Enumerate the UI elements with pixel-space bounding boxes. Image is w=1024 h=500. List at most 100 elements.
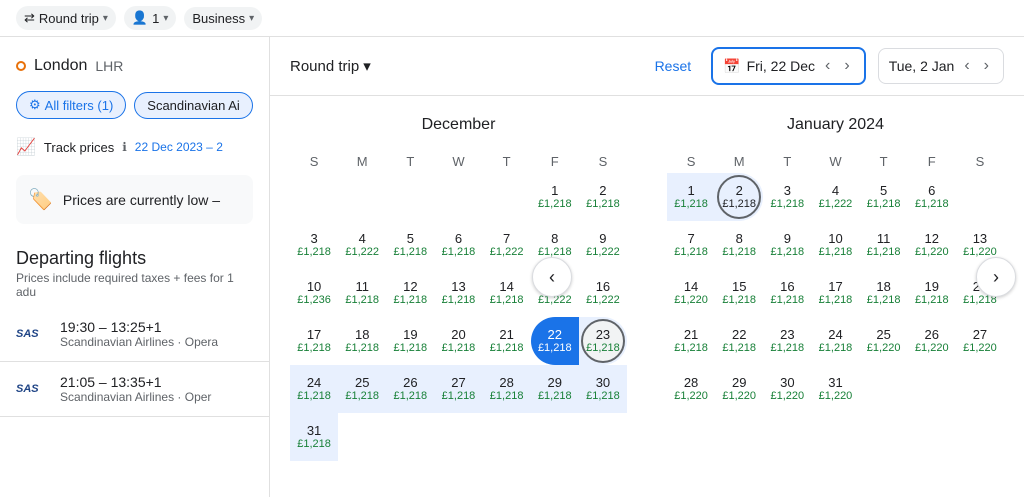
trip-type-selector[interactable]: ⇄ Round trip ▾ [16, 6, 116, 30]
flight-airline-name: Scandinavian Airlines · Opera [60, 335, 253, 349]
calendar-day-cell[interactable]: 26 £1,218 [386, 365, 434, 413]
calendar-day-cell[interactable]: 3 £1,218 [763, 173, 811, 221]
calendar-day-cell[interactable]: 8 £1,218 [715, 221, 763, 269]
calendar-day-cell[interactable]: 9 £1,218 [763, 221, 811, 269]
calendar-day-cell[interactable]: 20 £1,218 [434, 317, 482, 365]
calendar-day-cell[interactable]: 1 £1,218 [531, 173, 579, 221]
calendar-day-cell[interactable]: 5 £1,218 [386, 221, 434, 269]
origin-search[interactable]: London LHR [0, 49, 269, 83]
class-selector[interactable]: Business ▾ [184, 7, 262, 30]
return-prev-button[interactable]: ‹ [960, 55, 973, 77]
calendar-day-cell[interactable]: 17 £1,218 [290, 317, 338, 365]
calendar-day-cell[interactable]: 3 £1,218 [290, 221, 338, 269]
calendar-day-cell[interactable]: 7 £1,222 [483, 221, 531, 269]
calendar-day-cell[interactable]: 18 £1,218 [860, 269, 908, 317]
day-price: £1,218 [915, 294, 949, 307]
calendar-day-cell[interactable]: 6 £1,218 [908, 173, 956, 221]
airline-filter-chip[interactable]: Scandinavian Ai [134, 92, 253, 119]
depart-next-button[interactable]: › [840, 55, 853, 77]
calendar-day-cell[interactable]: 13 £1,218 [434, 269, 482, 317]
calendar-day-cell[interactable]: 10 £1,218 [811, 221, 859, 269]
calendar-day-cell[interactable]: 1 £1,218 [667, 173, 715, 221]
calendar-day-cell[interactable]: 18 £1,218 [338, 317, 386, 365]
passenger-selector[interactable]: 👤 1 ▾ [124, 6, 176, 30]
day-number: 2 [736, 183, 743, 199]
day-price: £1,222 [345, 246, 379, 259]
calendar-day-cell[interactable]: 11 £1,218 [860, 221, 908, 269]
calendar-day-cell[interactable]: 14 £1,218 [483, 269, 531, 317]
all-filters-button[interactable]: ⚙ All filters (1) [16, 91, 126, 119]
calendar-day-cell[interactable]: 21 £1,218 [483, 317, 531, 365]
calendar-day-cell[interactable]: 23 £1,218 [579, 317, 627, 365]
reset-button[interactable]: Reset [647, 54, 700, 78]
calendar-day-cell[interactable]: 9 £1,222 [579, 221, 627, 269]
calendar-day-cell[interactable]: 17 £1,218 [811, 269, 859, 317]
calendar-day-cell[interactable]: 24 £1,218 [290, 365, 338, 413]
calendar-day-cell[interactable]: 6 £1,218 [434, 221, 482, 269]
calendar-day-cell[interactable]: 28 £1,220 [667, 365, 715, 413]
calendar-next-button[interactable]: › [976, 257, 1016, 297]
calendar-day-cell[interactable]: 12 £1,218 [386, 269, 434, 317]
calendar-day-cell[interactable]: 25 £1,218 [338, 365, 386, 413]
calendar-day-cell[interactable]: 22 £1,218 [715, 317, 763, 365]
calendar-day-cell[interactable]: 7 £1,218 [667, 221, 715, 269]
day-price: £1,218 [442, 294, 476, 307]
calendars-container: DecemberSMTWTFS 1 £1,218 2 £1,218 3 £1,2… [270, 96, 1024, 481]
calendar-day-cell [579, 413, 627, 461]
flight-card[interactable]: SAS 21:05 – 13:35+1 Scandinavian Airline… [0, 362, 269, 417]
calendar-day-cell[interactable]: 23 £1,218 [763, 317, 811, 365]
day-number: 23 [596, 327, 610, 343]
depart-prev-button[interactable]: ‹ [821, 55, 834, 77]
calendar-day-cell[interactable]: 10 £1,236 [290, 269, 338, 317]
calendar-prev-button[interactable]: ‹ [532, 257, 572, 297]
day-price: £1,218 [394, 390, 428, 403]
calendar-day-cell[interactable]: 15 £1,218 [715, 269, 763, 317]
calendar-day-cell[interactable]: 11 £1,218 [338, 269, 386, 317]
passenger-chevron: ▾ [163, 13, 168, 24]
calendar-day-cell[interactable]: 14 £1,220 [667, 269, 715, 317]
calendar-day-cell[interactable]: 16 £1,218 [763, 269, 811, 317]
calendar-day-cell[interactable]: 25 £1,220 [860, 317, 908, 365]
calendar-day-cell[interactable]: 31 £1,218 [290, 413, 338, 461]
day-number: 7 [687, 231, 694, 247]
calendar-day-cell[interactable]: 22 £1,218 [531, 317, 579, 365]
day-price: £1,220 [867, 342, 901, 355]
return-next-button[interactable]: › [980, 55, 993, 77]
day-number: 21 [684, 327, 698, 343]
airline-filter-label: Scandinavian Ai [147, 98, 240, 113]
day-price: £1,218 [490, 342, 524, 355]
calendar-day-cell[interactable]: 28 £1,218 [483, 365, 531, 413]
calendar-day-cell[interactable]: 5 £1,218 [860, 173, 908, 221]
calendar-day-cell[interactable]: 27 £1,218 [434, 365, 482, 413]
calendar-day-cell[interactable]: 2 £1,218 [579, 173, 627, 221]
calendar-day-cell[interactable]: 27 £1,220 [956, 317, 1004, 365]
calendar-day-cell[interactable]: 16 £1,222 [579, 269, 627, 317]
calendar-day-cell[interactable]: 4 £1,222 [338, 221, 386, 269]
calendar-day-cell[interactable]: 2 £1,218 [715, 173, 763, 221]
day-price: £1,218 [490, 294, 524, 307]
calendar-day-cell[interactable]: 30 £1,218 [579, 365, 627, 413]
track-prices-info-icon[interactable]: ℹ [122, 140, 127, 154]
calendar-day-cell[interactable]: 21 £1,218 [667, 317, 715, 365]
calendar-day-cell[interactable]: 26 £1,220 [908, 317, 956, 365]
flight-list: SAS 19:30 – 13:25+1 Scandinavian Airline… [0, 307, 269, 417]
calendar-day-cell[interactable]: 19 £1,218 [908, 269, 956, 317]
day-number: 12 [925, 231, 939, 247]
departure-date-selector[interactable]: 📅 Fri, 22 Dec ‹ › [711, 47, 866, 85]
day-of-week-header: T [483, 150, 531, 173]
calendar-day-cell[interactable]: 31 £1,220 [811, 365, 859, 413]
calendar-day-cell[interactable]: 19 £1,218 [386, 317, 434, 365]
december-calendar: DecemberSMTWTFS 1 £1,218 2 £1,218 3 £1,2… [290, 116, 627, 461]
trip-type-calendar-selector[interactable]: Round trip ▾ [290, 57, 371, 75]
return-date-selector[interactable]: Tue, 2 Jan ‹ › [878, 48, 1004, 84]
calendar-day-cell[interactable]: 24 £1,218 [811, 317, 859, 365]
calendar-day-cell[interactable]: 4 £1,222 [811, 173, 859, 221]
calendar-day-cell[interactable]: 30 £1,220 [763, 365, 811, 413]
calendar-day-cell[interactable]: 29 £1,218 [531, 365, 579, 413]
calendar-day-cell [338, 413, 386, 461]
calendar-day-cell[interactable]: 12 £1,220 [908, 221, 956, 269]
flight-card[interactable]: SAS 19:30 – 13:25+1 Scandinavian Airline… [0, 307, 269, 362]
day-price: £1,218 [722, 246, 756, 259]
day-of-week-header: F [908, 150, 956, 173]
calendar-day-cell[interactable]: 29 £1,220 [715, 365, 763, 413]
